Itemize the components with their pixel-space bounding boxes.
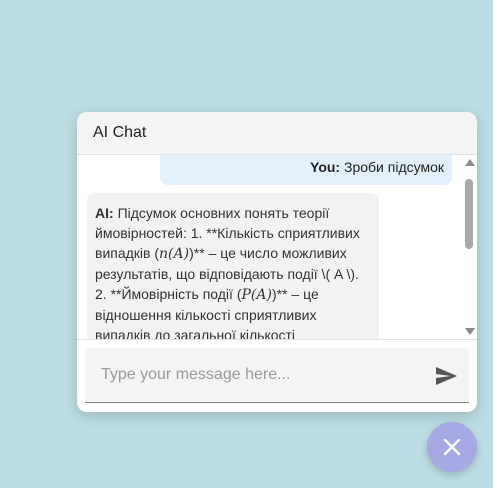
chat-window: AI Chat You: Зроби підсумок AI: Підсумок…: [77, 112, 477, 412]
scroll-thumb[interactable]: [465, 179, 473, 249]
messages-scrollbar[interactable]: [462, 155, 477, 339]
close-chat-button[interactable]: [427, 422, 477, 472]
input-area: [77, 339, 477, 412]
user-message-text: Зроби підсумок: [344, 159, 444, 175]
send-button[interactable]: [433, 363, 459, 389]
ai-math-n-a: n(A): [159, 246, 190, 262]
chat-title: AI Chat: [93, 124, 147, 141]
ai-message: AI: Підсумок основних понять теорії ймов…: [87, 193, 379, 339]
user-sender-label: You:: [310, 159, 341, 175]
message-input-container: [85, 348, 469, 403]
message-list[interactable]: You: Зроби підсумок AI: Підсумок основни…: [77, 155, 462, 339]
chat-header: AI Chat: [77, 112, 477, 155]
close-icon: [443, 438, 461, 456]
user-message: You: Зроби підсумок: [160, 155, 452, 185]
arrow-up-icon[interactable]: [465, 159, 475, 166]
ai-math-p-a: P(A): [241, 287, 272, 303]
ai-sender-label: AI:: [95, 205, 114, 221]
arrow-down-icon[interactable]: [465, 328, 475, 335]
message-input[interactable]: [85, 348, 425, 402]
send-icon: [436, 367, 457, 385]
